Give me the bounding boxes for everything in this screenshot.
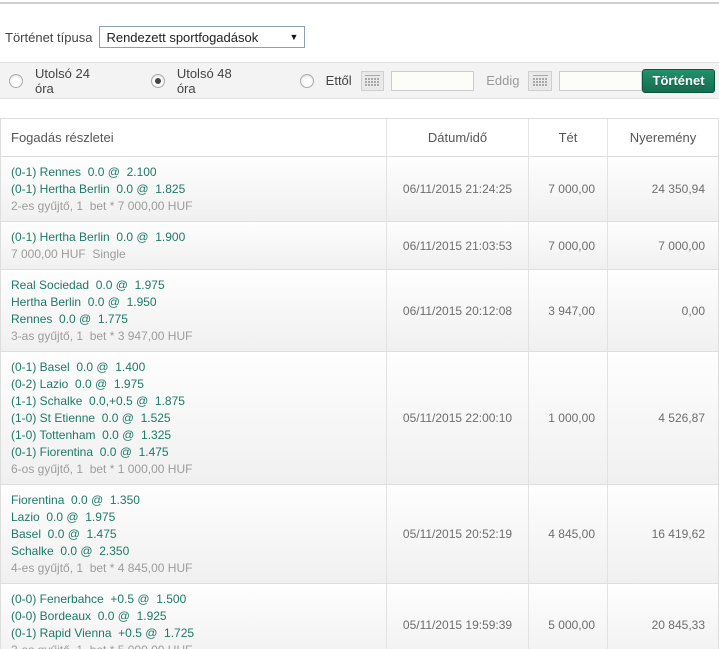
radio-from-date-label: Ettől — [325, 73, 352, 88]
table-row: (0-1) Rennes 0.0 @ 2.100 (0-1) Hertha Ber… — [1, 157, 718, 222]
from-date-picker-button[interactable] — [360, 70, 385, 91]
bet-selection: (1-0) St Etienne 0.0 @ 1.525 — [11, 411, 171, 425]
bet-details-cell: Fiorentina 0.0 @ 1.350 Lazio 0.0 @ 1.975 B… — [1, 485, 387, 583]
bet-stake-cell: 4 845,00 — [529, 485, 608, 583]
table-row: Fiorentina 0.0 @ 1.350 Lazio 0.0 @ 1.975 B… — [1, 485, 718, 584]
bet-datetime-cell: 06/11/2015 20:12:08 — [387, 270, 529, 351]
bet-details-cell: Real Sociedad 0.0 @ 1.975 Hertha Berlin 0… — [1, 270, 387, 351]
bet-selection: (0-1) Hertha Berlin 0.0 @ 1.825 — [11, 182, 186, 196]
bet-datetime-cell: 05/11/2015 20:52:19 — [387, 485, 529, 583]
bet-datetime-cell: 05/11/2015 22:00:10 — [387, 352, 529, 484]
bet-selection: Rennes 0.0 @ 1.775 — [11, 312, 128, 326]
bet-winnings-cell: 4 526,87 — [658, 411, 705, 425]
table-header-row: Fogadás részletei Dátum/idő Tét Nyeremén… — [1, 119, 718, 157]
bet-stake-cell: 3 947,00 — [529, 270, 608, 351]
header-winnings: Nyeremény — [629, 130, 697, 145]
bet-selection: Lazio 0.0 @ 1.975 — [11, 510, 116, 524]
bet-details-cell: (0-1) Basel 0.0 @ 1.400 (0-2) Lazio 0.0 @… — [1, 352, 387, 484]
bet-stake-cell: 5 000,00 — [529, 584, 608, 649]
history-type-label: Történet típusa — [5, 29, 93, 45]
bet-summary: 6-os gyűjtő, 1 bet * 1 000,00 HUF — [11, 462, 193, 476]
bet-stake-cell: 7 000,00 — [529, 157, 608, 221]
bet-selection: Real Sociedad 0.0 @ 1.975 — [11, 278, 165, 292]
history-type-filter: Történet típusa Rendezett sportfogadások… — [5, 26, 719, 48]
radio-last-48h-label: Utolsó 48 óra — [176, 65, 232, 96]
bet-selection: Schalke 0.0 @ 2.350 — [11, 544, 130, 558]
bet-winnings-cell: 0,00 — [681, 303, 705, 318]
bet-winnings-cell: 16 419,62 — [651, 527, 705, 541]
bet-selection: (0-1) Rapid Vienna +0.5 @ 1.725 — [11, 626, 195, 640]
bet-summary: 3-as gyűjtő, 1 bet * 5 000,00 HUF — [11, 642, 380, 649]
bet-selection: (0-1) Fiorentina 0.0 @ 1.475 — [11, 445, 169, 459]
bet-stake-cell: 7 000,00 — [529, 222, 608, 269]
table-body: (0-1) Rennes 0.0 @ 2.100 (0-1) Hertha Ber… — [1, 157, 718, 649]
bet-selection: Hertha Berlin 0.0 @ 1.950 — [11, 295, 157, 309]
table-row: (0-1) Basel 0.0 @ 1.400 (0-2) Lazio 0.0 @… — [1, 352, 718, 485]
date-range-controls: Utolsó 24 óra Utolsó 48 óra Ettől Eddig — [0, 62, 719, 99]
bet-summary: 7 000,00 HUF Single — [11, 247, 126, 261]
bet-selection: (0-1) Hertha Berlin 0.0 @ 1.900 — [11, 230, 186, 244]
radio-last-24h-label: Utolsó 24 óra — [35, 65, 90, 96]
table-row: (0-0) Fenerbahce +0.5 @ 1.500 (0-0) Borde… — [1, 584, 718, 649]
header-bet-details: Fogadás részletei — [1, 119, 387, 156]
table-row: (0-1) Hertha Berlin 0.0 @ 1.900 7 000,00 … — [1, 222, 718, 270]
radio-last-48h[interactable] — [150, 73, 165, 88]
bet-selection: (0-2) Lazio 0.0 @ 1.975 — [11, 377, 144, 391]
bet-winnings-cell: 24 350,94 — [651, 182, 705, 196]
header-stake: Tét — [529, 119, 608, 156]
from-date-input[interactable] — [391, 70, 475, 91]
table-row: Real Sociedad 0.0 @ 1.975 Hertha Berlin 0… — [1, 270, 718, 352]
to-date-input[interactable] — [559, 70, 643, 91]
bet-winnings-cell: 7 000,00 — [658, 238, 705, 253]
to-date-label: Eddig — [486, 73, 520, 88]
radio-group-last48: Utolsó 48 óra — [150, 65, 244, 96]
bet-stake-cell: 1 000,00 — [529, 352, 608, 484]
radio-group-last24: Utolsó 24 óra — [9, 66, 102, 96]
bet-summary: 2-es gyűjtő, 1 bet * 7 000,00 HUF — [11, 199, 193, 213]
bet-selection: (1-1) Schalke 0.0,+0.5 @ 1.875 — [11, 394, 185, 408]
bet-summary: 3-as gyűjtő, 1 bet * 3 947,00 HUF — [11, 329, 193, 343]
bet-selection: (0-1) Rennes 0.0 @ 2.100 — [11, 165, 157, 179]
bet-history-table: Fogadás részletei Dátum/idő Tét Nyeremén… — [0, 118, 719, 649]
bet-selection: Fiorentina 0.0 @ 1.350 — [11, 493, 140, 507]
bet-selection: (1-0) Tottenham 0.0 @ 1.325 — [11, 428, 172, 442]
bet-selection: (0-0) Bordeaux 0.0 @ 1.925 — [11, 609, 167, 623]
history-type-selected-value: Rendezett sportfogadások — [106, 29, 259, 45]
to-date-picker-button[interactable] — [528, 70, 553, 91]
calendar-icon — [364, 75, 380, 86]
bet-selection: (0-1) Basel 0.0 @ 1.400 — [11, 360, 146, 374]
history-type-select[interactable]: Rendezett sportfogadások ▼ — [99, 26, 306, 48]
bet-summary: 4-es gyűjtő, 1 bet * 4 845,00 HUF — [11, 561, 193, 575]
top-divider — [0, 2, 719, 4]
bet-details-cell: (0-0) Fenerbahce +0.5 @ 1.500 (0-0) Borde… — [1, 584, 387, 649]
bet-datetime-cell: 05/11/2015 19:59:39 — [387, 584, 529, 649]
bet-datetime-cell: 06/11/2015 21:24:25 — [387, 157, 529, 221]
bet-selection: (0-0) Fenerbahce +0.5 @ 1.500 — [11, 592, 187, 606]
history-submit-button[interactable]: Történet — [642, 68, 716, 93]
chevron-down-icon: ▼ — [289, 32, 299, 42]
bet-details-cell: (0-1) Hertha Berlin 0.0 @ 1.900 7 000,00 … — [1, 222, 387, 269]
radio-from-date[interactable] — [299, 73, 314, 88]
radio-last-24h[interactable] — [9, 73, 23, 88]
bet-details-cell: (0-1) Rennes 0.0 @ 2.100 (0-1) Hertha Ber… — [1, 157, 387, 221]
bet-selection: Basel 0.0 @ 1.475 — [11, 527, 117, 541]
radio-group-from: Ettől — [299, 73, 352, 88]
bet-datetime-cell: 06/11/2015 21:03:53 — [387, 222, 529, 269]
header-datetime: Dátum/idő — [387, 119, 529, 156]
bet-winnings-cell: 20 845,33 — [651, 617, 705, 632]
calendar-icon — [532, 75, 548, 86]
